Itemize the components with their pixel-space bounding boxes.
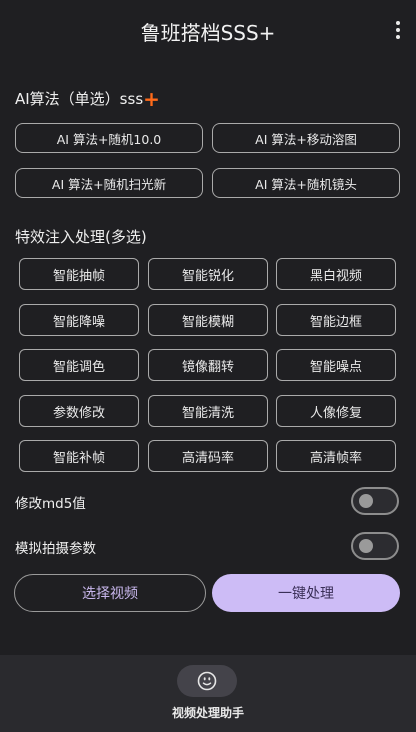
effect-color-grade[interactable]: 智能调色 <box>19 349 139 381</box>
shoot-params-toggle-switch[interactable] <box>351 532 399 560</box>
plus-icon: + <box>143 87 160 111</box>
effect-black-white[interactable]: 黑白视频 <box>276 258 396 290</box>
bottom-navigation: 视频处理助手 <box>0 655 416 732</box>
one-click-process-button[interactable]: 一键处理 <box>212 574 400 612</box>
more-options-icon[interactable] <box>390 18 406 42</box>
effect-noise[interactable]: 智能噪点 <box>276 349 396 381</box>
md5-toggle-label: 修改md5值 <box>15 496 86 512</box>
effect-hd-bitrate[interactable]: 高清码率 <box>148 440 268 472</box>
app-bar: 鲁班搭档SSS+ <box>0 0 416 60</box>
effect-denoise[interactable]: 智能降噪 <box>19 304 139 336</box>
face-icon <box>197 671 217 691</box>
shoot-params-toggle-label: 模拟拍摄参数 <box>15 541 96 557</box>
select-video-button[interactable]: 选择视频 <box>14 574 206 612</box>
effect-sharpen[interactable]: 智能锐化 <box>148 258 268 290</box>
switch-knob <box>359 494 373 508</box>
md5-toggle-switch[interactable] <box>351 487 399 515</box>
effect-blur[interactable]: 智能模糊 <box>148 304 268 336</box>
nav-label[interactable]: 视频处理助手 <box>0 704 416 721</box>
effect-mirror-flip[interactable]: 镜像翻转 <box>148 349 268 381</box>
app-title: 鲁班搭档SSS+ <box>140 21 276 45</box>
ai-option-random-sweep[interactable]: AI 算法+随机扫光新 <box>15 168 203 198</box>
nav-item-video-helper[interactable] <box>177 665 237 697</box>
ai-option-move-blend[interactable]: AI 算法+移动溶图 <box>212 123 400 153</box>
effect-portrait-fix[interactable]: 人像修复 <box>276 395 396 427</box>
ai-option-random-lens[interactable]: AI 算法+随机镜头 <box>212 168 400 198</box>
switch-knob <box>359 539 373 553</box>
ai-option-random-10[interactable]: AI 算法+随机10.0 <box>15 123 203 153</box>
effect-clean[interactable]: 智能清洗 <box>148 395 268 427</box>
effect-param-modify[interactable]: 参数修改 <box>19 395 139 427</box>
effect-frame-interp[interactable]: 智能补帧 <box>19 440 139 472</box>
effect-border[interactable]: 智能边框 <box>276 304 396 336</box>
ai-section-title-text: AI算法（单选）sss <box>15 90 144 108</box>
effect-frame-extract[interactable]: 智能抽帧 <box>19 258 139 290</box>
ai-section-title: AI算法（单选）sss+ <box>15 88 160 109</box>
effects-section-title: 特效注入处理(多选) <box>15 228 147 246</box>
effect-hd-framerate[interactable]: 高清帧率 <box>276 440 396 472</box>
